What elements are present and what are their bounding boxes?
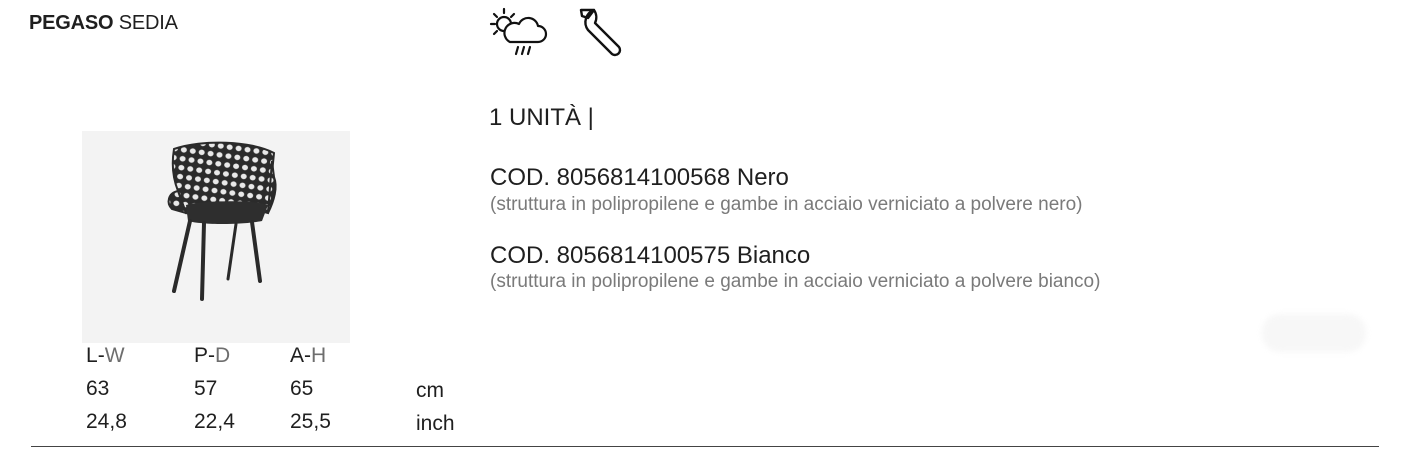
wrench-icon bbox=[579, 8, 622, 57]
package-units: 1 UNITÀ | bbox=[489, 104, 594, 131]
chair-illustration bbox=[167, 141, 277, 301]
product-category: SEDIA bbox=[118, 12, 178, 34]
variant-code: COD. 8056814100575 Bianco bbox=[490, 242, 811, 269]
dimension-value: 22,4 bbox=[194, 410, 235, 433]
product-name: PEGASO bbox=[29, 12, 114, 34]
dimension-value: 57 bbox=[194, 377, 218, 400]
dimension-unit: cm bbox=[416, 379, 444, 402]
dimension-header-height: A-H bbox=[290, 344, 327, 367]
divider bbox=[31, 446, 1379, 447]
variant-code: COD. 8056814100568 Nero bbox=[490, 164, 789, 191]
faded-element bbox=[1262, 314, 1366, 352]
weather-sun-cloud-rain-icon bbox=[489, 7, 548, 56]
product-photo bbox=[82, 131, 350, 343]
product-title: PEGASO SEDIA bbox=[29, 12, 178, 35]
dimension-header-width: L-W bbox=[86, 344, 125, 367]
dimension-value: 65 bbox=[290, 377, 314, 400]
variant-description: (struttura in polipropilene e gambe in a… bbox=[490, 194, 1083, 215]
dimension-header-depth: P-D bbox=[194, 344, 231, 367]
dimension-unit: inch bbox=[416, 412, 455, 435]
dimension-value: 24,8 bbox=[86, 410, 127, 433]
dimension-value: 63 bbox=[86, 377, 110, 400]
dimension-value: 25,5 bbox=[290, 410, 331, 433]
variant-description: (struttura in polipropilene e gambe in a… bbox=[490, 271, 1101, 292]
